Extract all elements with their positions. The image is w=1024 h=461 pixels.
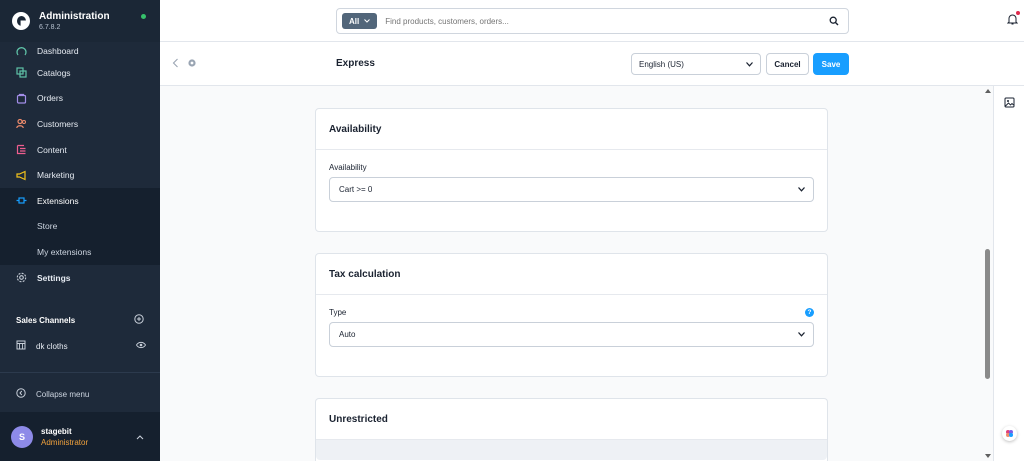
chevron-down-icon (798, 187, 805, 192)
extensions-icon (16, 195, 27, 206)
add-sales-channel-icon[interactable] (134, 314, 144, 326)
customers-icon (16, 118, 27, 129)
tax-type-select[interactable]: Auto (329, 322, 814, 347)
main-nav: Dashboard Catalogs Orders Customers Cont… (0, 42, 160, 290)
sidebar-item-label: Customers (37, 118, 79, 129)
language-select[interactable]: English (US) (631, 53, 761, 75)
chevron-left-circle-icon (16, 388, 26, 400)
avatar: S (11, 425, 33, 448)
scrollbar-thumb[interactable] (985, 249, 990, 379)
dashboard-icon (16, 46, 27, 57)
user-role: Administrator (41, 437, 89, 447)
cancel-button[interactable]: Cancel (766, 53, 809, 75)
gear-icon (187, 58, 197, 70)
app-version: 6.7.8.2 (39, 24, 61, 31)
smart-bar: Express English (US) Cancel Save (160, 42, 1024, 86)
field-label: Type (329, 308, 347, 317)
app-title: Administration (39, 11, 110, 22)
user-name: stagebit (41, 426, 72, 436)
collapse-menu-label: Collapse menu (36, 389, 90, 399)
notification-badge (1016, 11, 1020, 15)
chevron-down-icon (364, 19, 371, 23)
sidebar-item-orders[interactable]: Orders (0, 86, 160, 112)
right-sidebar (993, 86, 1024, 461)
gear-icon (16, 272, 27, 283)
assistant-icon[interactable] (1002, 426, 1017, 441)
storefront-icon (16, 340, 26, 352)
tax-calculation-card: Tax calculation Type ? Auto (315, 253, 828, 377)
chevron-up-icon (136, 432, 144, 442)
eye-icon[interactable] (135, 341, 147, 351)
sidebar-item-label: Marketing (37, 170, 75, 181)
scroll-up-arrow-icon[interactable] (985, 89, 991, 93)
status-dot (141, 14, 146, 19)
sidebar-item-customers[interactable]: Customers (0, 111, 160, 137)
language-value: English (US) (639, 59, 684, 69)
top-bar: All (160, 0, 1024, 42)
field-label: Availability (329, 163, 367, 172)
sidebar-item-label: My extensions (37, 246, 92, 257)
scroll-down-arrow-icon[interactable] (985, 454, 991, 458)
catalog-icon (16, 67, 27, 78)
user-menu[interactable]: S stagebit Administrator (0, 412, 160, 461)
sidebar-item-marketing[interactable]: Marketing (0, 162, 160, 188)
card-title: Unrestricted (316, 399, 827, 440)
sidebar-item-catalogs[interactable]: Catalogs (0, 60, 160, 86)
sidebar: Administration 6.7.8.2 Dashboard Catalog… (0, 0, 160, 461)
chevron-down-icon (746, 62, 753, 67)
sidebar-item-label: Orders (37, 93, 63, 104)
search-scope-label: All (349, 16, 360, 26)
save-button[interactable]: Save (813, 53, 849, 75)
image-icon[interactable] (1004, 97, 1015, 110)
sidebar-item-dashboard[interactable]: Dashboard (0, 42, 160, 60)
availability-select[interactable]: Cart >= 0 (329, 177, 814, 202)
sidebar-divider (0, 372, 160, 373)
sidebar-item-store[interactable]: Store (0, 213, 160, 240)
sidebar-item-label: Content (37, 144, 67, 155)
unrestricted-card: Unrestricted (315, 398, 828, 461)
card-title: Tax calculation (316, 254, 827, 295)
page-title: Express (336, 58, 375, 69)
search-scope-dropdown[interactable]: All (342, 13, 378, 29)
back-chevron-icon[interactable] (172, 58, 179, 70)
sales-channel-label: dk cloths (36, 341, 68, 351)
sales-channels-title: Sales Channels (16, 315, 76, 325)
sidebar-item-label: Dashboard (37, 46, 79, 56)
content-icon (16, 144, 27, 155)
tax-type-value: Auto (339, 330, 356, 339)
availability-card: Availability Availability Cart >= 0 (315, 108, 828, 232)
availability-value: Cart >= 0 (339, 185, 373, 194)
shopware-logo-icon (12, 12, 30, 30)
chevron-down-icon (798, 332, 805, 337)
card-toolbar (316, 440, 827, 460)
card-title: Availability (316, 109, 827, 150)
sales-channels-header: Sales Channels (16, 314, 144, 326)
sidebar-item-label: Settings (37, 272, 71, 283)
brand-header[interactable]: Administration 6.7.8.2 (0, 0, 160, 42)
sidebar-item-extensions[interactable]: Extensions (0, 187, 160, 214)
sidebar-item-my-extensions[interactable]: My extensions (0, 239, 160, 265)
search-input[interactable] (385, 16, 806, 26)
sales-channel-item[interactable]: dk cloths (16, 340, 147, 352)
sidebar-item-label: Store (37, 221, 58, 232)
sidebar-item-label: Extensions (37, 195, 79, 206)
sidebar-item-label: Catalogs (37, 67, 71, 78)
orders-icon (16, 93, 27, 104)
scrollbar[interactable] (984, 86, 991, 461)
search-icon[interactable] (829, 16, 839, 28)
sidebar-item-settings[interactable]: Settings (0, 265, 160, 291)
help-icon[interactable]: ? (805, 308, 814, 317)
bell-icon[interactable] (1006, 13, 1019, 27)
marketing-icon (16, 170, 27, 181)
sidebar-item-content[interactable]: Content (0, 137, 160, 163)
collapse-menu-button[interactable]: Collapse menu (16, 388, 89, 400)
global-search: All (336, 8, 849, 34)
